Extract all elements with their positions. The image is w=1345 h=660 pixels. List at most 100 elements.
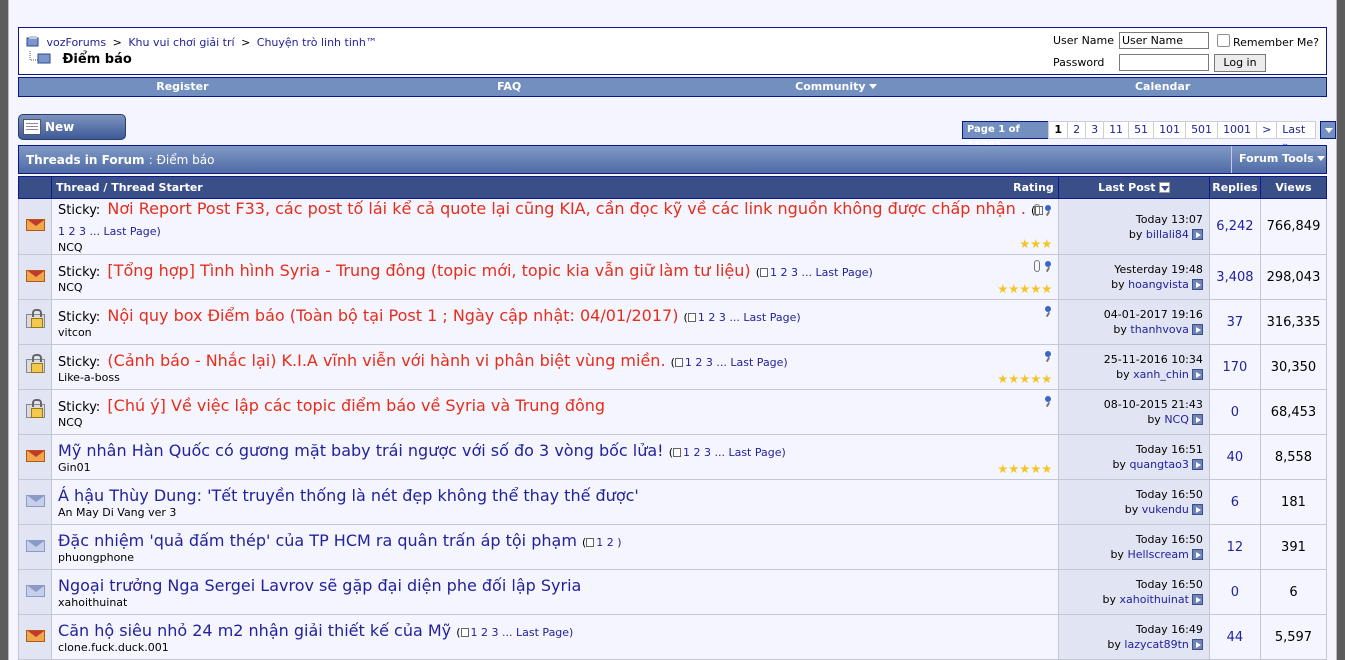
thread-starter[interactable]: Like-a-boss <box>58 371 1052 384</box>
page-link-next[interactable]: > <box>1256 121 1278 139</box>
thread-starter[interactable]: An May Di Vang ver 3 <box>58 506 1052 519</box>
last-post-user-link[interactable]: NCQ <box>1164 413 1189 426</box>
menu-community[interactable]: Community <box>673 78 1000 96</box>
go-to-last-post-icon[interactable] <box>1191 279 1203 290</box>
header-lastpost-col[interactable]: Last Post <box>1057 176 1210 199</box>
replies-count[interactable]: 44 <box>1208 614 1261 660</box>
thread-title-line: Sticky: Nội quy box Điểm báo (Toàn bộ tạ… <box>58 306 1052 325</box>
thread-title-link[interactable]: (Cảnh báo - Nhắc lại) K.I.A vĩnh viễn vớ… <box>107 351 665 370</box>
last-post-user-link[interactable]: quangtao3 <box>1129 458 1188 471</box>
page-link[interactable]: 101 <box>1153 121 1187 139</box>
menu-faq[interactable]: FAQ <box>346 78 673 96</box>
thread-main-cell: Sticky: (Cảnh báo - Nhắc lại) K.I.A vĩnh… <box>51 344 1059 390</box>
go-to-last-post-icon[interactable] <box>1191 459 1203 470</box>
sort-desc-icon[interactable] <box>1158 182 1170 193</box>
last-post-author: by Hellscream <box>1059 548 1203 561</box>
replies-count[interactable]: 40 <box>1208 434 1261 480</box>
thread-starter[interactable]: clone.fuck.duck.001 <box>58 641 1052 654</box>
threads-body: Sticky: Nơi Report Post F33, các post tố… <box>17 198 1328 660</box>
replies-count[interactable]: 6,242 <box>1208 198 1261 255</box>
replies-count[interactable]: 170 <box>1208 344 1261 390</box>
thread-page-links[interactable]: 1 2 3 ... Last Page) <box>58 225 161 238</box>
new-thread-button[interactable]: New Thread <box>18 114 126 158</box>
menu-register[interactable]: Register <box>19 78 346 96</box>
go-to-last-post-icon[interactable] <box>1191 639 1203 650</box>
last-post-date: Yesterday 19:48 <box>1114 263 1203 276</box>
last-post-user-link[interactable]: Hellscream <box>1127 548 1188 561</box>
last-post-date: Today 16:50 <box>1135 533 1203 546</box>
go-to-last-post-icon[interactable] <box>1191 414 1203 425</box>
go-to-last-post-icon[interactable] <box>1191 369 1203 380</box>
thread-page-links[interactable]: 1 2 3 ... Last Page) <box>471 626 574 639</box>
page-link[interactable]: 51 <box>1128 121 1155 139</box>
username-input[interactable] <box>1119 32 1209 49</box>
column-views[interactable]: Views <box>1259 176 1328 199</box>
page-link-last[interactable]: Last » <box>1276 121 1317 152</box>
last-post-user-link[interactable]: vukendu <box>1142 503 1189 516</box>
page-link[interactable]: 2 <box>1067 121 1087 139</box>
thread-title-link[interactable]: [Chú ý] Về việc lập các topic điểm báo v… <box>107 396 605 415</box>
breadcrumb-home[interactable]: vozForums <box>47 36 107 49</box>
go-to-last-post-icon[interactable] <box>1191 594 1203 605</box>
column-replies[interactable]: Replies <box>1208 176 1261 199</box>
replies-count[interactable]: 0 <box>1208 389 1261 435</box>
last-post-user-link[interactable]: hoangvista <box>1128 278 1189 291</box>
thread-starter[interactable]: vitcon <box>58 326 1052 339</box>
thread-row: Á hậu Thùy Dung: 'Tết truyền thống là né… <box>17 479 1328 525</box>
replies-count[interactable]: 0 <box>1208 569 1261 615</box>
thread-title-link[interactable]: Căn hộ siêu nhỏ 24 m2 nhận giải thiết kế… <box>58 621 451 640</box>
thread-row: Ngoại trưởng Nga Sergei Lavrov sẽ gặp đạ… <box>17 569 1328 615</box>
thread-title-link[interactable]: Đặc nhiệm 'quả đấm thép' của TP HCM ra q… <box>58 531 577 550</box>
column-thread[interactable]: Thread / Thread Starter <box>56 181 203 194</box>
page-jump-dropdown[interactable] <box>1320 121 1336 139</box>
thread-title-link[interactable]: Nơi Report Post F33, các post tố lái kể … <box>107 199 1026 218</box>
thread-starter[interactable]: NCQ <box>58 416 1052 429</box>
login-button[interactable]: Log in <box>1214 54 1266 72</box>
password-input[interactable] <box>1119 54 1209 71</box>
last-post-author: by vukendu <box>1059 503 1203 516</box>
page-link[interactable]: 501 <box>1185 121 1219 139</box>
column-rating[interactable]: Rating <box>1013 181 1054 194</box>
last-post-user-link[interactable]: xanh_chin <box>1133 368 1189 381</box>
breadcrumb-subforum[interactable]: Chuyện trò linh tinh™ <box>257 36 377 49</box>
thread-starter[interactable]: NCQ <box>58 281 1052 294</box>
page-link[interactable]: 1001 <box>1217 121 1258 139</box>
go-to-last-post-icon[interactable] <box>1191 228 1203 240</box>
replies-count[interactable]: 3,408 <box>1208 254 1261 300</box>
thread-starter[interactable]: phuongphone <box>58 551 1052 564</box>
thread-title-link[interactable]: Á hậu Thùy Dung: 'Tết truyền thống là né… <box>58 486 639 505</box>
replies-count[interactable]: 37 <box>1208 299 1261 345</box>
last-post-user-link[interactable]: lazycat89tn <box>1124 638 1188 651</box>
thread-page-links[interactable]: 1 2 3 ... Last Page) <box>698 311 801 324</box>
last-post-user-link[interactable]: thanhvova <box>1130 323 1188 336</box>
thread-page-links[interactable]: 1 2 3 ... Last Page) <box>770 266 873 279</box>
go-to-last-post-icon[interactable] <box>1191 324 1203 335</box>
breadcrumb-category[interactable]: Khu vui chơi giải trí <box>128 36 234 49</box>
page-link[interactable]: 11 <box>1103 121 1130 139</box>
replies-count[interactable]: 6 <box>1208 479 1261 525</box>
forum-home-icon[interactable] <box>26 36 40 47</box>
go-to-last-post-icon[interactable] <box>1191 504 1203 515</box>
folder-tree-icon <box>29 51 51 64</box>
thread-page-links[interactable]: 1 2 3 ... Last Page) <box>683 446 786 459</box>
go-to-last-post-icon[interactable] <box>1191 549 1203 560</box>
thread-starter[interactable]: Gin01 <box>58 461 1052 474</box>
menu-calendar[interactable]: Calendar <box>999 78 1326 96</box>
pushpin-icon <box>1044 205 1052 215</box>
forum-tools-button[interactable]: Forum Tools <box>1231 146 1326 173</box>
remember-me-checkbox[interactable] <box>1217 34 1230 47</box>
thread-page-links[interactable]: 1 2 3 ... Last Page) <box>685 356 788 369</box>
last-post-user-link[interactable]: xahoithuinat <box>1120 593 1189 606</box>
paperclip-icon <box>1033 204 1040 216</box>
thread-title-link[interactable]: Nội quy box Điểm báo (Toàn bộ tại Post 1… <box>107 306 678 325</box>
thread-starter[interactable]: xahoithuinat <box>58 596 1052 609</box>
thread-starter[interactable]: NCQ <box>58 241 1052 254</box>
replies-count[interactable]: 12 <box>1208 524 1261 570</box>
last-post-user-link[interactable]: billali84 <box>1146 228 1189 241</box>
chevron-down-icon <box>1325 128 1334 133</box>
thread-title-link[interactable]: Ngoại trưởng Nga Sergei Lavrov sẽ gặp đạ… <box>58 576 581 595</box>
page-link[interactable]: 3 <box>1085 121 1105 139</box>
thread-page-links[interactable]: 1 2 ) <box>596 536 621 549</box>
thread-title-link[interactable]: [Tổng hợp] Tình hình Syria - Trung đông … <box>107 261 750 280</box>
thread-title-link[interactable]: Mỹ nhân Hàn Quốc có gương mặt baby trái … <box>58 441 664 460</box>
